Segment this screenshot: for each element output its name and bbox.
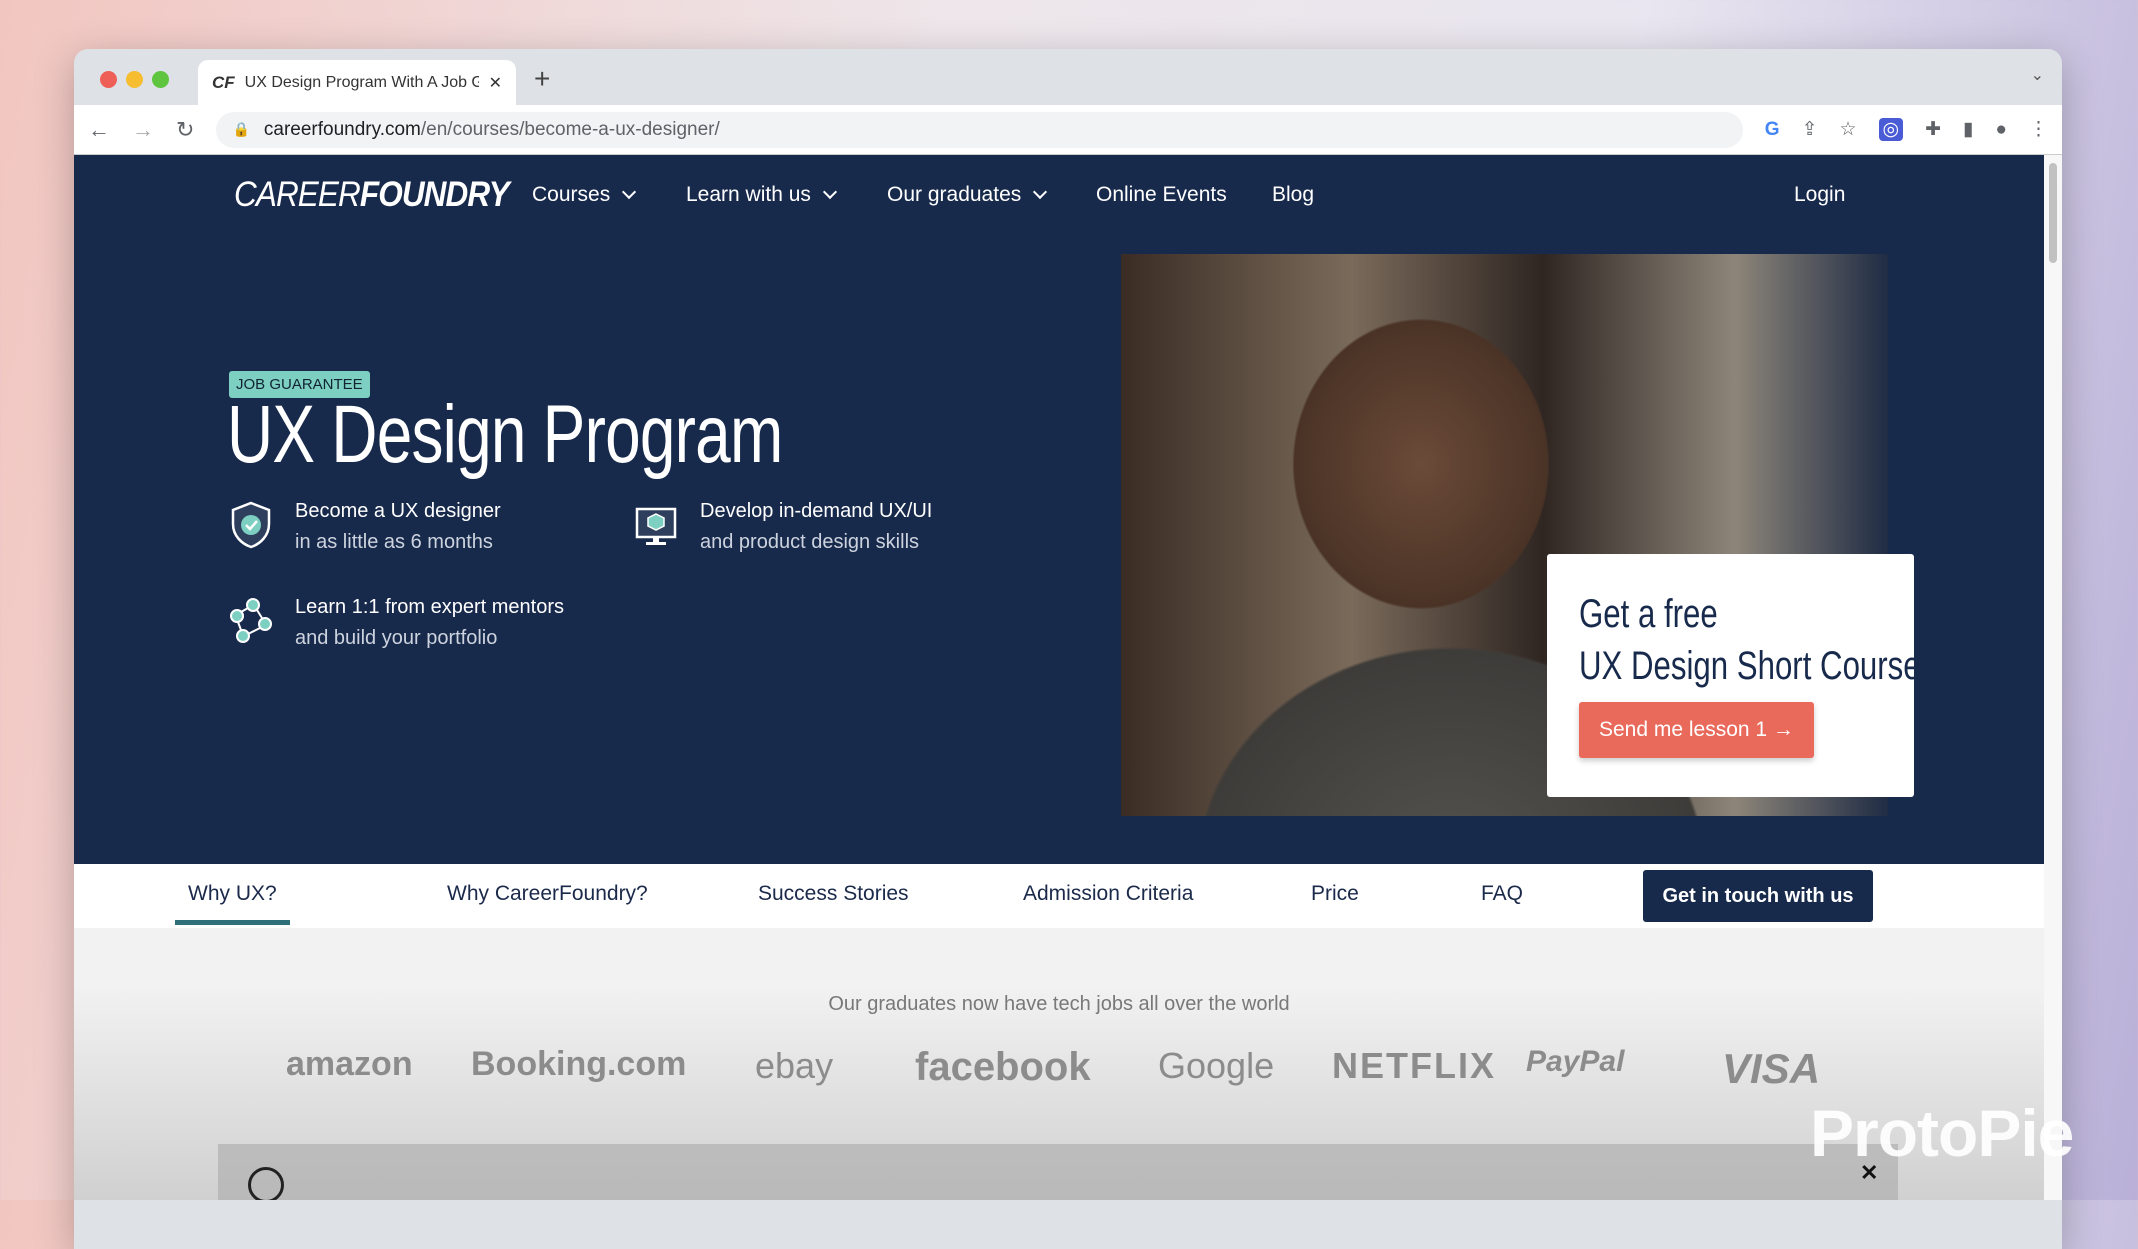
- feature-subtitle: in as little as 6 months: [295, 531, 493, 553]
- send-lesson-button[interactable]: Send me lesson 1 →: [1579, 702, 1814, 758]
- protopie-watermark: ProtoPie: [1810, 1096, 2074, 1170]
- reload-icon[interactable]: ↻: [176, 117, 194, 143]
- lock-icon: 🔒: [232, 121, 250, 137]
- facebook-logo: facebook: [915, 1045, 1091, 1089]
- monitor-cube-icon: [635, 507, 677, 545]
- browser-tab[interactable]: CF UX Design Program With A Job Guarante…: [198, 60, 516, 105]
- short-course-card: Get a free UX Design Short Course Send m…: [1547, 554, 1921, 797]
- maximize-window-button[interactable]: [152, 71, 169, 88]
- page-scrollbar[interactable]: [2044, 155, 2062, 1200]
- forward-icon[interactable]: →: [132, 117, 154, 143]
- feature-title: Develop in-demand UX/UI: [700, 500, 933, 522]
- tab-title: UX Design Program With A Job Guarantee: [244, 73, 479, 91]
- url-domain: careerfoundry.com: [263, 118, 421, 140]
- tab-admission-criteria[interactable]: Admission Criteria: [1023, 882, 1193, 906]
- shield-check-icon: [231, 501, 271, 549]
- extensions-puzzle-icon[interactable]: ✚: [1925, 118, 1941, 141]
- favicon: CF: [212, 72, 235, 92]
- tab-why-ux[interactable]: Why UX?: [175, 882, 290, 925]
- side-panel-icon[interactable]: ▮: [1963, 118, 1973, 141]
- amazon-logo: amazon: [286, 1045, 413, 1083]
- tab-search-chevron-icon[interactable]: ⌄: [2031, 65, 2044, 85]
- scrollbar-thumb[interactable]: [2049, 163, 2057, 263]
- section-tabs: Why UX? Why CareerFoundry? Success Stori…: [74, 864, 2044, 928]
- chevron-down-icon: [622, 184, 637, 200]
- chevron-down-icon: [1033, 184, 1048, 200]
- tab-why-careerfoundry[interactable]: Why CareerFoundry?: [447, 882, 648, 906]
- nav-our-graduates[interactable]: Our graduates: [887, 183, 1048, 207]
- feature-subtitle: and build your portfolio: [295, 627, 498, 649]
- booking-logo: Booking.com: [471, 1045, 687, 1083]
- chevron-down-icon: [822, 184, 837, 200]
- google-logo: Google: [1158, 1045, 1275, 1086]
- profile-avatar-icon[interactable]: ●: [1996, 119, 2007, 141]
- feature-subtitle: and product design skills: [700, 531, 920, 553]
- tab-bar: CF UX Design Program With A Job Guarante…: [74, 49, 2062, 105]
- close-tab-icon[interactable]: ✕: [489, 73, 502, 93]
- main-nav: CAREERFOUNDRY Courses Learn with us Our …: [74, 175, 2044, 219]
- card-title-line2: UX Design Short Course: [1579, 644, 1921, 688]
- feature-title: Learn 1:1 from expert mentors: [295, 596, 565, 618]
- careerfoundry-logo[interactable]: CAREERFOUNDRY: [234, 175, 510, 215]
- tab-faq[interactable]: FAQ: [1481, 882, 1523, 906]
- card-title-line1: Get a free: [1579, 592, 1718, 636]
- address-bar-row: ← → ↻ 🔒 careerfoundry.com/en/courses/bec…: [74, 105, 2062, 155]
- close-banner-icon[interactable]: ✕: [1860, 1160, 1878, 1186]
- nav-courses[interactable]: Courses: [532, 183, 637, 207]
- visa-logo: VISA: [1722, 1045, 1821, 1092]
- extension-camera-icon[interactable]: ◎: [1878, 118, 1904, 141]
- share-icon[interactable]: ⇪: [1802, 118, 1818, 141]
- nav-learn-with-us[interactable]: Learn with us: [686, 183, 837, 207]
- info-icon: [248, 1167, 284, 1200]
- page-title: UX Design Program: [227, 389, 783, 480]
- web-page: CAREERFOUNDRY Courses Learn with us Our …: [74, 155, 2044, 1200]
- promo-banner: [218, 1144, 1898, 1200]
- nav-blog[interactable]: Blog: [1272, 183, 1314, 207]
- ebay-logo: ebay: [755, 1045, 834, 1086]
- feature-item: Develop in-demand UX/UI and product desig…: [634, 500, 932, 554]
- minimize-window-button[interactable]: [126, 71, 143, 88]
- google-icon[interactable]: G: [1765, 119, 1780, 141]
- mentors-network-icon: [230, 598, 272, 643]
- login-link[interactable]: Login: [1794, 183, 1845, 207]
- close-window-button[interactable]: [100, 71, 117, 88]
- tab-success-stories[interactable]: Success Stories: [758, 882, 909, 906]
- nav-online-events[interactable]: Online Events: [1096, 183, 1227, 207]
- tab-price[interactable]: Price: [1311, 882, 1359, 906]
- paypal-logo: PayPal: [1526, 1045, 1625, 1078]
- new-tab-button[interactable]: +: [534, 63, 550, 95]
- get-in-touch-button[interactable]: Get in touch with us: [1643, 870, 1873, 922]
- hero-section: CAREERFOUNDRY Courses Learn with us Our …: [74, 155, 2044, 864]
- feature-item: Learn 1:1 from expert mentors and build y…: [229, 596, 564, 650]
- netflix-logo: NETFLIX: [1332, 1045, 1496, 1086]
- url-path: /en/courses/become-a-ux-designer/: [420, 118, 720, 140]
- feature-title: Become a UX designer: [295, 500, 501, 522]
- url-input[interactable]: 🔒 careerfoundry.com/en/courses/become-a-…: [216, 111, 1743, 148]
- bookmark-star-icon[interactable]: ☆: [1839, 118, 1856, 141]
- feature-item: Become a UX designer in as little as 6 mo…: [229, 500, 501, 554]
- graduates-tagline: Our graduates now have tech jobs all ove…: [828, 993, 1290, 1015]
- back-icon[interactable]: ←: [88, 117, 110, 143]
- browser-menu-icon[interactable]: ⋮: [2029, 118, 2048, 141]
